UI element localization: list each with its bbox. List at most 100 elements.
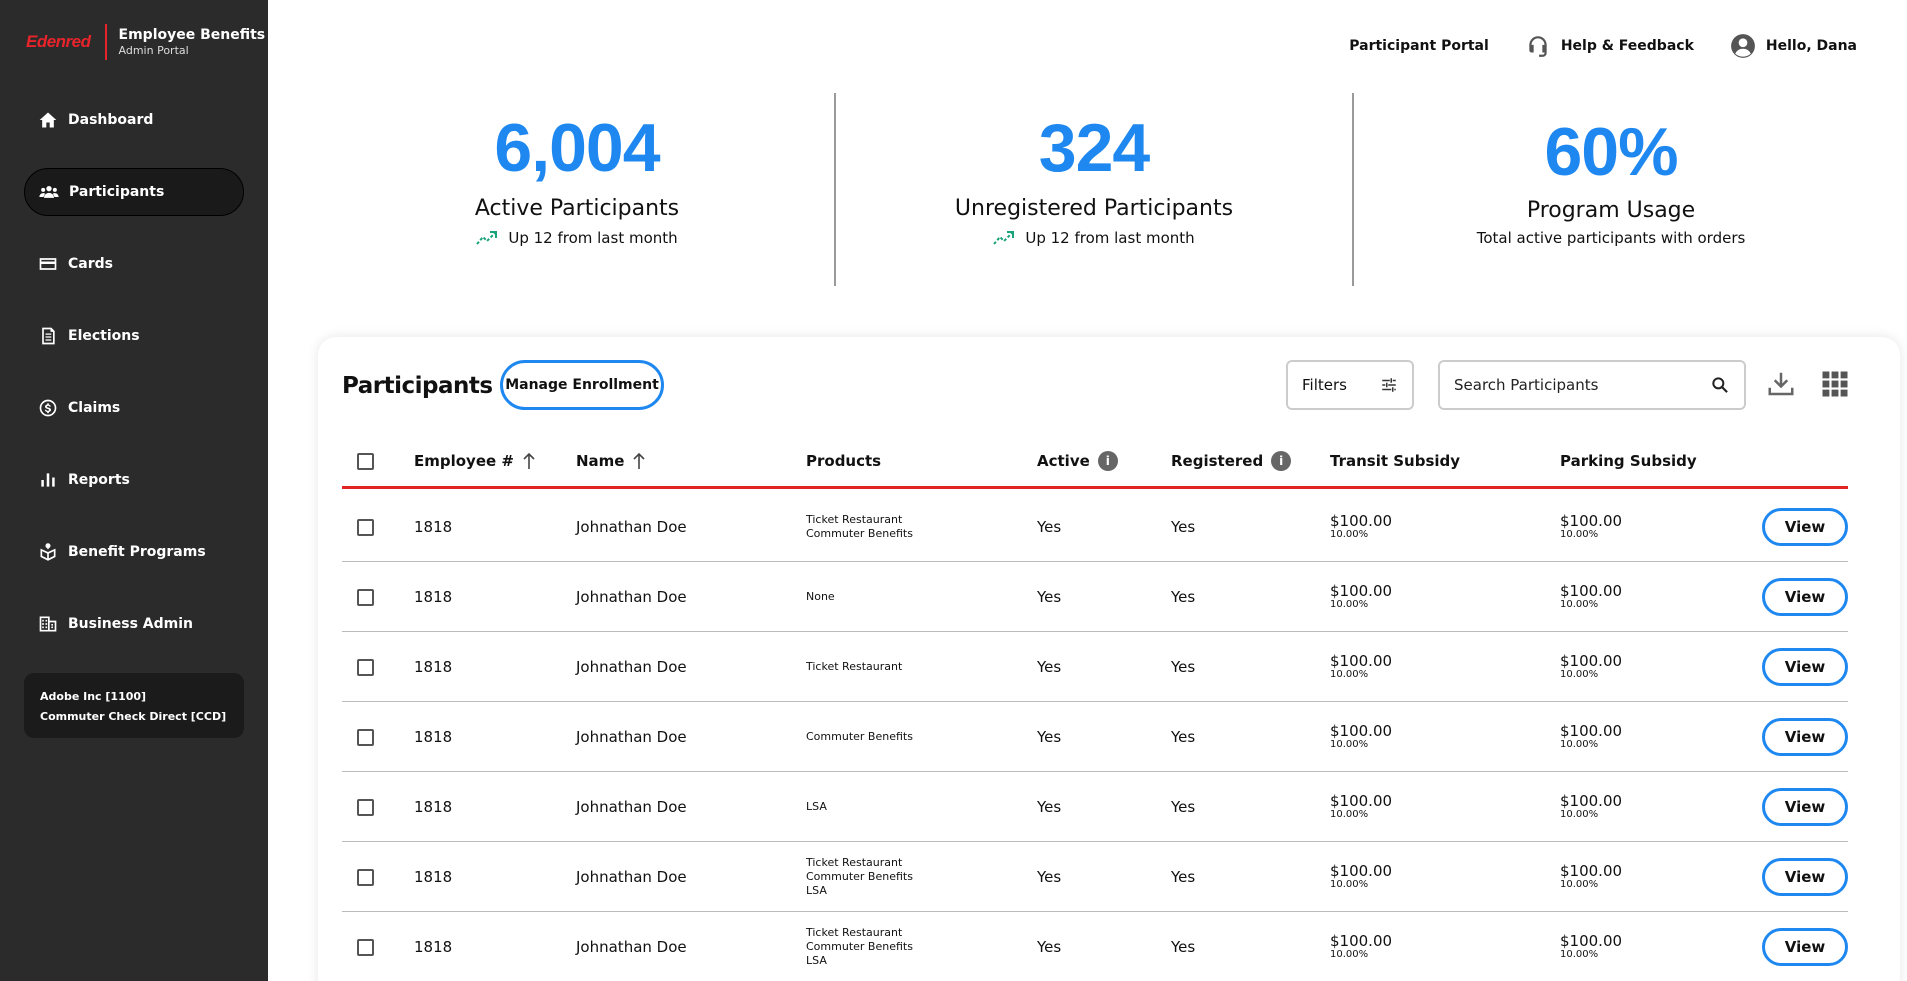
row-checkbox[interactable] <box>357 518 374 536</box>
filters-button[interactable]: Filters <box>1286 360 1414 410</box>
account-program: Commuter Check Direct [CCD] <box>40 710 227 723</box>
grid-icon[interactable] <box>1820 369 1850 399</box>
participants-title: Participants <box>342 373 493 399</box>
stat-value: 324 <box>1038 110 1150 186</box>
stat-label: Program Usage <box>1526 198 1696 223</box>
product-item: Ticket Restaurant <box>806 926 903 939</box>
table-row: 1818 Johnathan Doe Ticket Restaurant Yes… <box>342 632 1848 702</box>
row-checkbox[interactable] <box>357 938 374 956</box>
transit-amount: $100.00 <box>1330 862 1393 880</box>
col-name[interactable]: Name <box>576 437 646 485</box>
sidebar-item-dashboard[interactable]: Dashboard <box>24 96 244 144</box>
brand-logo[interactable]: Edenred Employee Benefits Admin Portal <box>26 24 265 60</box>
cell-employee: 1818 <box>414 728 453 746</box>
cell-parking: $100.00 10.00% <box>1560 562 1622 632</box>
row-checkbox-cell <box>357 912 374 981</box>
col-employee[interactable]: Employee # <box>414 437 536 485</box>
sort-arrow-up-icon[interactable] <box>522 452 536 470</box>
view-button[interactable]: View <box>1762 718 1848 756</box>
transit-percent: 10.00% <box>1330 949 1369 960</box>
row-checkbox[interactable] <box>357 658 374 676</box>
row-checkbox-cell <box>357 702 374 772</box>
search-input[interactable] <box>1454 376 1694 394</box>
cell-action: View <box>1762 562 1848 632</box>
sidebar-item-benefit-programs[interactable]: Benefit Programs <box>24 528 244 576</box>
stat-sub-text: Up 12 from last month <box>508 229 678 247</box>
cell-transit: $100.00 10.00% <box>1330 702 1392 772</box>
view-button[interactable]: View <box>1762 648 1848 686</box>
app-subtitle: Admin Portal <box>118 44 189 57</box>
user-menu[interactable]: Hello, Dana <box>1730 33 1857 59</box>
parking-percent: 10.00% <box>1560 599 1599 610</box>
view-button[interactable]: View <box>1762 858 1848 896</box>
product-item: Commuter Benefits <box>806 870 913 883</box>
col-active-label: Active <box>1037 452 1090 470</box>
search-icon[interactable] <box>1710 375 1730 395</box>
row-checkbox[interactable] <box>357 798 374 816</box>
manage-enrollment-button[interactable]: Manage Enrollment <box>500 360 664 410</box>
cell-name: Johnathan Doe <box>576 658 687 676</box>
cell-name: Johnathan Doe <box>576 518 687 536</box>
transit-percent: 10.00% <box>1330 669 1369 680</box>
stat-sub-text: Total active participants with orders <box>1476 229 1746 247</box>
sidebar-item-elections[interactable]: Elections <box>24 312 244 360</box>
sidebar-item-cards[interactable]: Cards <box>24 240 244 288</box>
sliders-icon <box>1382 378 1396 392</box>
help-feedback-label: Help & Feedback <box>1560 38 1694 54</box>
table-row: 1818 Johnathan Doe Ticket Restaurant Comm… <box>342 842 1848 912</box>
view-button[interactable]: View <box>1762 578 1848 616</box>
view-button[interactable]: View <box>1762 508 1848 546</box>
sidebar-item-reports[interactable]: Reports <box>24 456 244 504</box>
transit-amount: $100.00 <box>1330 932 1393 950</box>
cell-name: Johnathan Doe <box>576 938 687 956</box>
sidebar-item-label: Claims <box>68 400 121 416</box>
cell-registered: Yes <box>1171 518 1196 536</box>
sidebar-item-business-admin[interactable]: Business Admin <box>24 600 244 648</box>
cell-action: View <box>1762 912 1848 981</box>
download-icon[interactable] <box>1766 369 1796 399</box>
product-item: None <box>806 590 835 603</box>
sort-arrow-up-icon[interactable] <box>632 452 646 470</box>
cell-parking: $100.00 10.00% <box>1560 772 1622 842</box>
participants-icon <box>39 186 59 198</box>
col-parking-label: Parking Subsidy <box>1560 452 1697 470</box>
card-icon <box>39 258 57 270</box>
edenred-logo: Edenred <box>26 32 91 51</box>
transit-amount: $100.00 <box>1330 792 1393 810</box>
row-checkbox[interactable] <box>357 868 374 886</box>
row-checkbox[interactable] <box>357 728 374 746</box>
transit-percent: 10.00% <box>1330 739 1369 750</box>
product-item: Ticket Restaurant <box>806 660 903 673</box>
cell-name: Johnathan Doe <box>576 728 687 746</box>
view-button[interactable]: View <box>1762 788 1848 826</box>
parking-amount: $100.00 <box>1560 582 1623 600</box>
select-all-checkbox-cell <box>357 437 374 485</box>
account-switcher[interactable]: Adobe Inc [1100] Commuter Check Direct [… <box>24 673 244 738</box>
cell-action: View <box>1762 772 1848 842</box>
sidebar-item-participants[interactable]: Participants <box>24 168 244 216</box>
cell-transit: $100.00 10.00% <box>1330 842 1392 912</box>
sidebar-item-claims[interactable]: Claims <box>24 384 244 432</box>
participant-portal-link[interactable]: Participant Portal <box>1349 38 1489 54</box>
account-company: Adobe Inc [1100] <box>40 690 147 703</box>
help-feedback-link[interactable]: Help & Feedback <box>1525 33 1694 59</box>
sidebar: Edenred Employee Benefits Admin Portal D… <box>0 0 268 981</box>
col-active: Active i <box>1037 437 1118 485</box>
product-item: Commuter Benefits <box>806 940 913 953</box>
cell-name: Johnathan Doe <box>576 798 687 816</box>
cell-active: Yes <box>1037 798 1062 816</box>
sidebar-item-label: Participants <box>69 184 165 200</box>
info-icon[interactable]: i <box>1097 451 1118 471</box>
select-all-checkbox[interactable] <box>357 452 374 470</box>
row-checkbox-cell <box>357 632 374 702</box>
stat-active-participants: 6,004 Active Participants Up 12 from las… <box>347 110 807 247</box>
cell-products: Ticket Restaurant Commuter Benefits LSA <box>806 842 913 912</box>
cell-registered: Yes <box>1171 868 1196 886</box>
col-transit: Transit Subsidy <box>1330 437 1460 485</box>
row-checkbox[interactable] <box>357 588 374 606</box>
search-participants[interactable] <box>1438 360 1746 410</box>
stat-value: 60% <box>1544 114 1678 190</box>
info-icon[interactable]: i <box>1271 451 1292 471</box>
col-employee-label: Employee # <box>414 452 514 470</box>
view-button[interactable]: View <box>1762 928 1848 966</box>
